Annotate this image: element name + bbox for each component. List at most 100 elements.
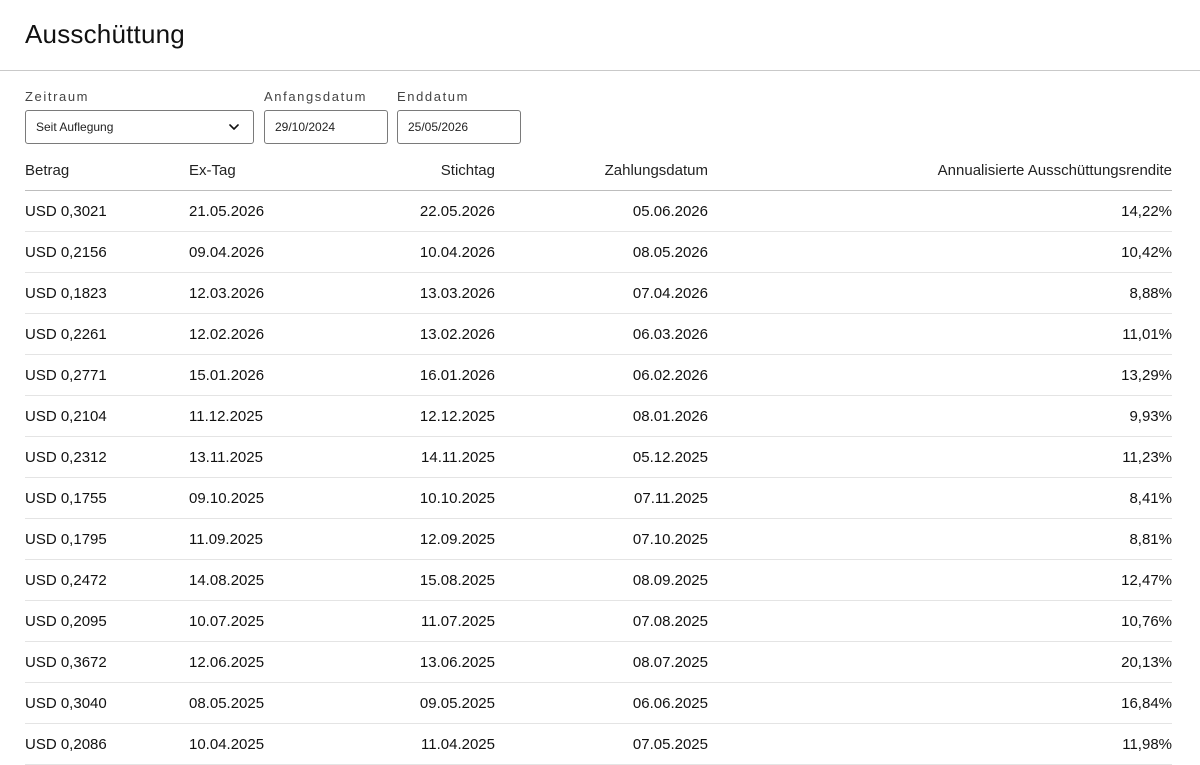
cell-stichtag: 13.06.2025 xyxy=(349,641,495,683)
zeitraum-select[interactable]: Seit Auflegung xyxy=(25,110,254,144)
cell-zahlungsdatum: 08.05.2026 xyxy=(495,231,708,273)
cell-ex-tag: 12.02.2026 xyxy=(189,313,349,355)
cell-zahlungsdatum: 07.04.2026 xyxy=(495,272,708,314)
cell-stichtag: 10.04.2026 xyxy=(349,231,495,273)
chevron-down-icon xyxy=(229,124,239,130)
cell-ex-tag: 12.06.2025 xyxy=(189,641,349,683)
cell-rendite: 10,76% xyxy=(708,600,1172,642)
anfangsdatum-label: Anfangsdatum xyxy=(264,89,368,104)
page-title: Ausschüttung xyxy=(25,19,185,49)
cell-zahlungsdatum: 07.11.2025 xyxy=(495,477,708,519)
cell-rendite: 8,81% xyxy=(708,518,1172,560)
table-body: USD 0,3021 21.05.2026 22.05.2026 05.06.2026… xyxy=(25,190,1172,765)
cell-ex-tag: 12.03.2026 xyxy=(189,272,349,314)
cell-stichtag: 15.08.2025 xyxy=(349,559,495,601)
cell-zahlungsdatum: 06.03.2026 xyxy=(495,313,708,355)
cell-ex-tag: 14.08.2025 xyxy=(189,559,349,601)
cell-betrag: USD 0,2472 xyxy=(25,559,189,601)
cell-stichtag: 12.09.2025 xyxy=(349,518,495,560)
cell-ex-tag: 11.09.2025 xyxy=(189,518,349,560)
cell-betrag: USD 0,2156 xyxy=(25,231,189,273)
cell-stichtag: 12.12.2025 xyxy=(349,395,495,437)
cell-stichtag: 09.05.2025 xyxy=(349,682,495,724)
column-header-zahlungsdatum: Zahlungsdatum xyxy=(495,150,708,191)
cell-zahlungsdatum: 06.02.2026 xyxy=(495,354,708,396)
cell-stichtag: 13.03.2026 xyxy=(349,272,495,314)
column-header-betrag: Betrag xyxy=(25,150,189,191)
cell-betrag: USD 0,1755 xyxy=(25,477,189,519)
cell-rendite: 8,88% xyxy=(708,272,1172,314)
cell-rendite: 8,41% xyxy=(708,477,1172,519)
cell-betrag: USD 0,2095 xyxy=(25,600,189,642)
cell-rendite: 9,93% xyxy=(708,395,1172,437)
zeitraum-label: Zeitraum xyxy=(25,89,90,104)
cell-zahlungsdatum: 08.09.2025 xyxy=(495,559,708,601)
cell-ex-tag: 10.04.2025 xyxy=(189,723,349,765)
cell-zahlungsdatum: 07.10.2025 xyxy=(495,518,708,560)
enddatum-filter: Enddatum 25/05/2026 xyxy=(397,88,521,144)
cell-betrag: USD 0,1823 xyxy=(25,272,189,314)
zeitraum-filter: Zeitraum Seit Auflegung xyxy=(25,88,254,144)
cell-ex-tag: 09.04.2026 xyxy=(189,231,349,273)
cell-stichtag: 13.02.2026 xyxy=(349,313,495,355)
table-row: USD 0,2472 14.08.2025 15.08.2025 08.09.2025… xyxy=(25,559,1172,601)
cell-zahlungsdatum: 08.07.2025 xyxy=(495,641,708,683)
table-row: USD 0,3040 08.05.2025 09.05.2025 06.06.2025… xyxy=(25,682,1172,724)
cell-ex-tag: 08.05.2025 xyxy=(189,682,349,724)
table-row: USD 0,1823 12.03.2026 13.03.2026 07.04.2026… xyxy=(25,272,1172,314)
table-row: USD 0,3021 21.05.2026 22.05.2026 05.06.2026… xyxy=(25,190,1172,232)
table-header-row: Betrag Ex-Tag Stichtag Zahlungsdatum Ann… xyxy=(25,150,1172,191)
anfangsdatum-filter: Anfangsdatum 29/10/2024 xyxy=(264,88,388,144)
cell-zahlungsdatum: 08.01.2026 xyxy=(495,395,708,437)
table-row: USD 0,1755 09.10.2025 10.10.2025 07.11.2025… xyxy=(25,477,1172,519)
table-row: USD 0,2312 13.11.2025 14.11.2025 05.12.2025… xyxy=(25,436,1172,478)
cell-betrag: USD 0,2086 xyxy=(25,723,189,765)
cell-rendite: 13,29% xyxy=(708,354,1172,396)
cell-ex-tag: 15.01.2026 xyxy=(189,354,349,396)
cell-zahlungsdatum: 06.06.2025 xyxy=(495,682,708,724)
enddatum-input[interactable]: 25/05/2026 xyxy=(397,110,521,144)
cell-rendite: 11,98% xyxy=(708,723,1172,765)
enddatum-label: Enddatum xyxy=(397,89,470,104)
distribution-table: Betrag Ex-Tag Stichtag Zahlungsdatum Ann… xyxy=(25,150,1172,765)
cell-betrag: USD 0,3672 xyxy=(25,641,189,683)
cell-zahlungsdatum: 05.06.2026 xyxy=(495,190,708,232)
cell-rendite: 10,42% xyxy=(708,231,1172,273)
cell-betrag: USD 0,3021 xyxy=(25,190,189,232)
table-row: USD 0,2086 10.04.2025 11.04.2025 07.05.2025… xyxy=(25,723,1172,765)
table-row: USD 0,3672 12.06.2025 13.06.2025 08.07.2025… xyxy=(25,641,1172,683)
cell-stichtag: 22.05.2026 xyxy=(349,190,495,232)
cell-rendite: 11,01% xyxy=(708,313,1172,355)
zeitraum-value: Seit Auflegung xyxy=(36,120,114,134)
cell-stichtag: 11.04.2025 xyxy=(349,723,495,765)
table-row: USD 0,2771 15.01.2026 16.01.2026 06.02.2026… xyxy=(25,354,1172,396)
cell-stichtag: 11.07.2025 xyxy=(349,600,495,642)
table-row: USD 0,2156 09.04.2026 10.04.2026 08.05.2026… xyxy=(25,231,1172,273)
cell-ex-tag: 13.11.2025 xyxy=(189,436,349,478)
cell-rendite: 12,47% xyxy=(708,559,1172,601)
cell-betrag: USD 0,2104 xyxy=(25,395,189,437)
cell-rendite: 16,84% xyxy=(708,682,1172,724)
cell-ex-tag: 10.07.2025 xyxy=(189,600,349,642)
cell-stichtag: 10.10.2025 xyxy=(349,477,495,519)
cell-rendite: 20,13% xyxy=(708,641,1172,683)
cell-betrag: USD 0,3040 xyxy=(25,682,189,724)
table-row: USD 0,2261 12.02.2026 13.02.2026 06.03.2026… xyxy=(25,313,1172,355)
cell-rendite: 14,22% xyxy=(708,190,1172,232)
table-row: USD 0,2104 11.12.2025 12.12.2025 08.01.2026… xyxy=(25,395,1172,437)
cell-rendite: 11,23% xyxy=(708,436,1172,478)
title-divider xyxy=(0,70,1200,71)
cell-betrag: USD 0,2312 xyxy=(25,436,189,478)
anfangsdatum-input[interactable]: 29/10/2024 xyxy=(264,110,388,144)
cell-zahlungsdatum: 07.05.2025 xyxy=(495,723,708,765)
cell-betrag: USD 0,2771 xyxy=(25,354,189,396)
cell-stichtag: 14.11.2025 xyxy=(349,436,495,478)
cell-betrag: USD 0,1795 xyxy=(25,518,189,560)
cell-ex-tag: 09.10.2025 xyxy=(189,477,349,519)
column-header-rendite: Annualisierte Ausschüttungsrendite xyxy=(708,150,1172,191)
cell-ex-tag: 11.12.2025 xyxy=(189,395,349,437)
cell-zahlungsdatum: 07.08.2025 xyxy=(495,600,708,642)
cell-stichtag: 16.01.2026 xyxy=(349,354,495,396)
table-row: USD 0,1795 11.09.2025 12.09.2025 07.10.2025… xyxy=(25,518,1172,560)
column-header-stichtag: Stichtag xyxy=(349,150,495,191)
